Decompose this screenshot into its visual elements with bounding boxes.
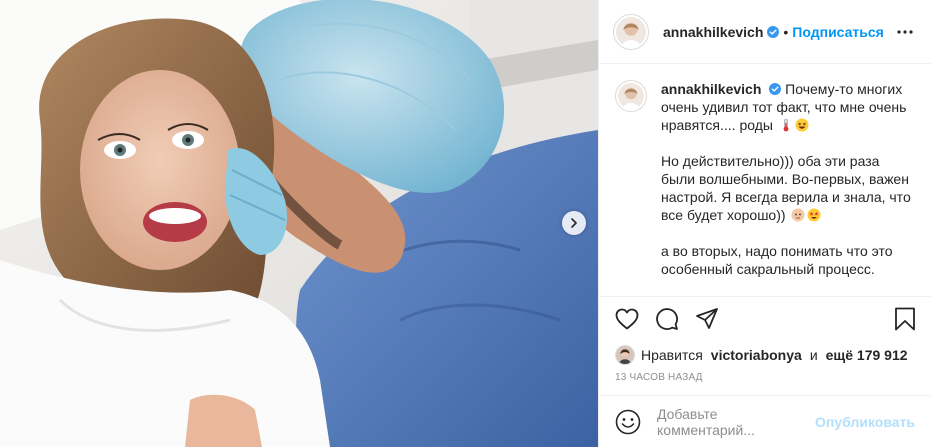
likes-connector: и: [809, 347, 818, 363]
star-struck-emoji-icon: [807, 208, 821, 222]
caption-username[interactable]: annakhilkevich: [661, 81, 761, 97]
action-bar: [599, 296, 931, 340]
header-separator: •: [783, 23, 789, 40]
avatar-image: [618, 83, 644, 109]
caption-paragraph-3: а во вторых, надо понимать что это особе…: [661, 242, 911, 278]
like-button[interactable]: [613, 305, 641, 333]
follow-button[interactable]: Подписаться: [792, 24, 884, 40]
avatar-image: [616, 16, 646, 47]
more-icon: [897, 29, 913, 34]
avatar[interactable]: [613, 13, 649, 50]
caption-line: а во вторых, надо понимать что это особе…: [661, 243, 893, 277]
caption-avatar[interactable]: [615, 80, 647, 112]
header-username[interactable]: annakhilkevich: [663, 24, 763, 40]
liker-username[interactable]: victoriabonya: [711, 347, 802, 363]
caption-text: annakhilkevich Почему-то многих очень уд…: [661, 80, 911, 296]
chevron-right-icon: [571, 218, 577, 228]
bookmark-icon: [895, 307, 915, 330]
liker-avatar[interactable]: [615, 345, 635, 365]
add-comment-bar: Добавьте комментарий... Опубликовать: [599, 395, 931, 447]
laughing-emoji-icon: [795, 118, 809, 132]
heart-icon: [615, 308, 639, 329]
likes-prefix: Нравится: [641, 347, 703, 363]
comment-button[interactable]: [653, 305, 681, 333]
smile-icon[interactable]: [615, 409, 641, 435]
post-header: annakhilkevich • Подписаться: [599, 0, 931, 64]
likes-count[interactable]: ещё 179 912: [826, 347, 908, 363]
share-button[interactable]: [693, 305, 721, 333]
verified-icon: [767, 25, 780, 38]
likes-summary: Нравится victoriabonya и ещё 179 912: [599, 340, 931, 370]
baby-emoji-icon: [791, 208, 805, 222]
verified-icon: [769, 83, 782, 95]
avatar-image: [616, 346, 634, 364]
photo-image: [0, 0, 598, 447]
comments-area[interactable]: annakhilkevich Почему-то многих очень уд…: [599, 64, 931, 296]
post-timestamp[interactable]: 13 часов назад: [599, 370, 931, 394]
more-options-button[interactable]: [893, 20, 917, 44]
caption: annakhilkevich Почему-то многих очень уд…: [615, 80, 915, 296]
save-button[interactable]: [891, 305, 919, 333]
comment-input[interactable]: Добавьте комментарий...: [657, 406, 815, 438]
post-photo[interactable]: [0, 0, 598, 447]
publish-button[interactable]: Опубликовать: [815, 414, 915, 430]
caption-line: Но действительно))) оба эти раза были во…: [661, 153, 911, 223]
instagram-post: annakhilkevich • Подписаться annakhilkev…: [0, 0, 931, 447]
post-panel: annakhilkevich • Подписаться annakhilkev…: [598, 0, 931, 447]
caption-paragraph-1: annakhilkevich Почему-то многих очень уд…: [661, 80, 911, 134]
next-photo-button[interactable]: [562, 211, 586, 235]
caption-paragraph-2: Но действительно))) оба эти раза были во…: [661, 152, 911, 224]
thermometer-emoji-icon: [783, 118, 789, 132]
share-icon: [696, 307, 718, 329]
comment-icon: [656, 307, 678, 330]
